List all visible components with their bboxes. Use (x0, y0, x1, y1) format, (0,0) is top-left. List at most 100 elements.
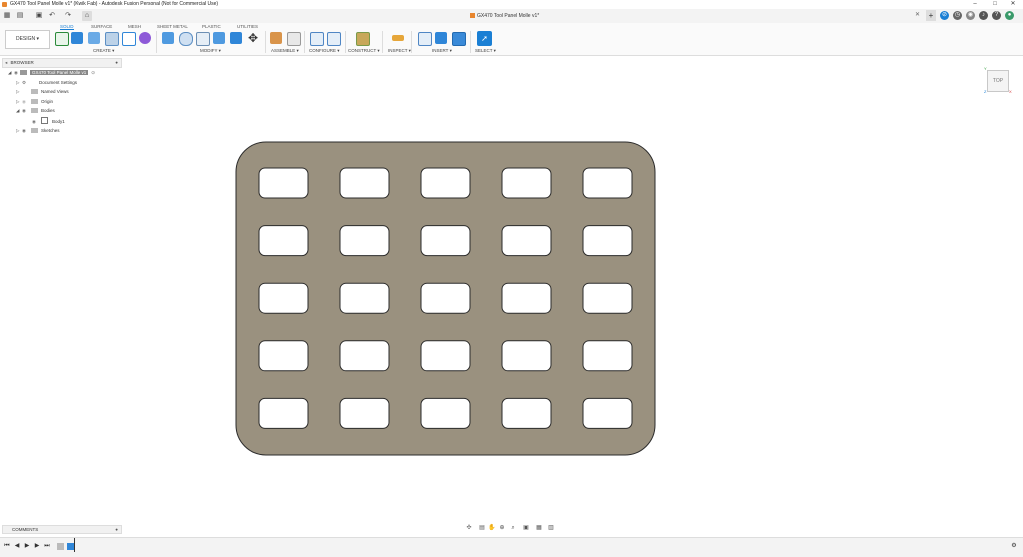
insert-canvas-icon[interactable] (452, 32, 466, 46)
browser-item-sketches[interactable]: ▷ ◉ Sketches (16, 127, 60, 135)
fillet-icon[interactable] (179, 32, 193, 46)
molle-slot[interactable] (339, 397, 390, 429)
comments-panel[interactable]: COMMENTS ● (2, 525, 122, 534)
molle-slot[interactable] (258, 282, 309, 314)
pin-icon[interactable]: ● (115, 59, 118, 67)
tab-mesh[interactable]: MESH (128, 24, 141, 29)
molle-slot[interactable] (501, 340, 552, 372)
close-window-button[interactable]: ✕ (1003, 0, 1023, 9)
maximize-button[interactable]: □ (985, 0, 1005, 9)
molle-slot[interactable] (582, 225, 633, 257)
molle-slot[interactable] (339, 282, 390, 314)
joint-icon[interactable] (287, 32, 301, 46)
select-icon[interactable]: ➚ (477, 31, 492, 46)
pattern-icon[interactable] (122, 32, 136, 46)
visibility-icon[interactable]: ◉ (22, 107, 31, 115)
shell-icon[interactable] (196, 32, 210, 46)
molle-slot[interactable] (420, 225, 471, 257)
hole-icon[interactable] (105, 32, 119, 46)
viewcube[interactable]: TOP (987, 70, 1009, 92)
create-sketch-icon[interactable] (55, 32, 69, 46)
molle-slot[interactable] (420, 340, 471, 372)
tab-solid[interactable]: SOLID (60, 24, 74, 30)
file-menu-icon[interactable]: ▤ (15, 11, 25, 21)
zoom-icon[interactable]: ⊕ (498, 524, 506, 532)
molle-slot[interactable] (258, 340, 309, 372)
form-icon[interactable] (139, 32, 151, 44)
step-back-icon[interactable]: ◀ (13, 542, 21, 550)
expand-icon[interactable]: ▷ (16, 88, 22, 96)
molle-slot[interactable] (501, 225, 552, 257)
orbit-icon[interactable]: ✣ (465, 524, 473, 532)
timeline-sketch-feature[interactable] (57, 543, 64, 550)
molle-slot[interactable] (420, 397, 471, 429)
molle-slot[interactable] (501, 282, 552, 314)
timeline-extrude-feature[interactable] (67, 543, 74, 550)
molle-slot[interactable] (339, 167, 390, 199)
molle-slot[interactable] (258, 397, 309, 429)
grid-icon[interactable]: ▦ (535, 524, 543, 532)
browser-header[interactable]: ◂ BROWSER ● (2, 58, 122, 68)
bell-icon[interactable]: ♪ (979, 11, 988, 20)
save-icon[interactable]: ▣ (34, 11, 44, 21)
molle-slot[interactable] (582, 282, 633, 314)
molle-slot[interactable] (582, 167, 633, 199)
redo-icon[interactable]: ↷ (63, 11, 73, 21)
browser-root[interactable]: ◢ ◉ GX470 Tool Panel Molle v1 ⊙ (8, 69, 95, 77)
browser-item-bodies[interactable]: ◢ ◉ Bodies (16, 107, 55, 115)
tab-sheet-metal[interactable]: SHEET METAL (157, 24, 188, 29)
combine-icon[interactable] (213, 32, 225, 44)
app-grid-icon[interactable]: ▦ (2, 11, 12, 21)
molle-slot[interactable] (582, 397, 633, 429)
new-tab-icon[interactable]: + (926, 10, 936, 21)
close-tab-icon[interactable]: ✕ (915, 11, 920, 18)
browser-item-document-settings[interactable]: ▷ ⚙ Document Settings (16, 79, 77, 87)
molle-slot[interactable] (258, 225, 309, 257)
create-group-label[interactable]: CREATE ▾ (93, 48, 114, 54)
pan-icon[interactable]: ✋ (488, 524, 496, 532)
new-component-icon[interactable] (270, 32, 282, 44)
construct-group-label[interactable]: CONSTRUCT ▾ (348, 48, 380, 54)
molle-slot[interactable] (582, 340, 633, 372)
molle-slot[interactable] (501, 397, 552, 429)
molle-slot[interactable] (258, 167, 309, 199)
go-to-end-icon[interactable]: ⏭ (43, 542, 51, 550)
avatar[interactable]: ● (1005, 11, 1014, 20)
molle-slot[interactable] (501, 167, 552, 199)
workspace-switcher[interactable]: DESIGN ▾ (5, 30, 50, 49)
configure-table-icon[interactable] (327, 32, 341, 46)
play-icon[interactable]: ▶ (23, 542, 31, 550)
configure-icon[interactable] (310, 32, 324, 46)
tab-utilities[interactable]: UTILITIES (237, 24, 258, 29)
molle-slot[interactable] (339, 225, 390, 257)
insert-derive-icon[interactable] (418, 32, 432, 46)
modify-group-label[interactable]: MODIFY ▾ (200, 48, 221, 54)
activate-icon[interactable]: ⊙ (91, 70, 95, 75)
minimize-button[interactable]: – (965, 0, 985, 9)
display-settings-icon[interactable]: ▣ (522, 524, 530, 532)
visibility-icon[interactable]: ◉ (32, 118, 41, 126)
inspect-group-label[interactable]: INSPECT ▾ (388, 48, 411, 54)
insert-mesh-icon[interactable] (435, 32, 447, 44)
insert-group-label[interactable]: INSERT ▾ (432, 48, 452, 54)
model-canvas[interactable] (230, 138, 662, 460)
look-at-icon[interactable]: ▤ (478, 524, 486, 532)
molle-slot[interactable] (420, 167, 471, 199)
timeline-marker[interactable] (74, 538, 75, 552)
help-icon[interactable]: ? (992, 11, 1001, 20)
offset-plane-icon[interactable] (356, 32, 370, 46)
visibility-icon[interactable]: ◉ (22, 127, 31, 135)
collapse-icon[interactable]: ◂ (5, 60, 7, 65)
select-group-label[interactable]: SELECT ▾ (475, 48, 496, 54)
assemble-group-label[interactable]: ASSEMBLE ▾ (271, 48, 299, 54)
browser-item-origin[interactable]: ▷ ◉ Origin (16, 98, 53, 106)
visibility-icon[interactable]: ◉ (22, 98, 31, 106)
tab-surface[interactable]: SURFACE (91, 24, 112, 29)
notifications-icon[interactable]: ◉ (966, 11, 975, 20)
step-forward-icon[interactable]: ▶ (33, 542, 41, 550)
job-status-icon[interactable]: ◷ (953, 11, 962, 20)
move-icon[interactable]: ✥ (247, 32, 259, 44)
configure-group-label[interactable]: CONFIGURE ▾ (309, 48, 340, 54)
pin-icon[interactable]: ● (115, 526, 118, 533)
undo-icon[interactable]: ↶ (47, 11, 57, 21)
